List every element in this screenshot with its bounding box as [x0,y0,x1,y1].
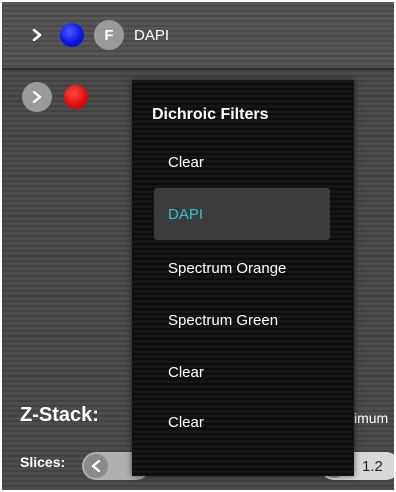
dropdown-item-dapi[interactable]: DAPI [154,188,330,240]
chevron-left-icon [91,460,101,472]
dropdown-item-clear[interactable]: Clear [154,396,330,448]
dichroic-filters-dropdown: Dichroic Filters Clear DAPI Spectrum Ora… [132,80,354,476]
expand-button[interactable] [22,82,52,112]
channel-label: DAPI [134,26,170,44]
channel-color-dot-blue [60,23,84,47]
maximum-label-partial: imum [354,410,389,426]
dropdown-title: Dichroic Filters [152,106,269,123]
chevron-right-icon [32,91,42,103]
dropdown-item-spectrum-orange[interactable]: Spectrum Orange [154,242,330,294]
zstack-label: Z-Stack: [20,404,99,426]
stepper-value[interactable]: 1.2 [362,458,383,475]
channel-row-dapi[interactable]: F DAPI [2,2,394,70]
slices-label: Slices: [20,454,66,470]
dropdown-item-clear[interactable]: Clear [154,346,330,398]
channel-color-dot-red [64,85,88,109]
dropdown-item-spectrum-green[interactable]: Spectrum Green [154,294,330,346]
dropdown-item-clear[interactable]: Clear [154,136,330,188]
app-window: F DAPI Z-Stack: imum Slices: 1.2 Dichroi… [2,2,394,490]
decrement-button[interactable] [84,454,108,478]
channel-row-red [22,82,88,112]
filter-badge[interactable]: F [94,20,124,50]
chevron-right-icon[interactable] [30,28,44,42]
